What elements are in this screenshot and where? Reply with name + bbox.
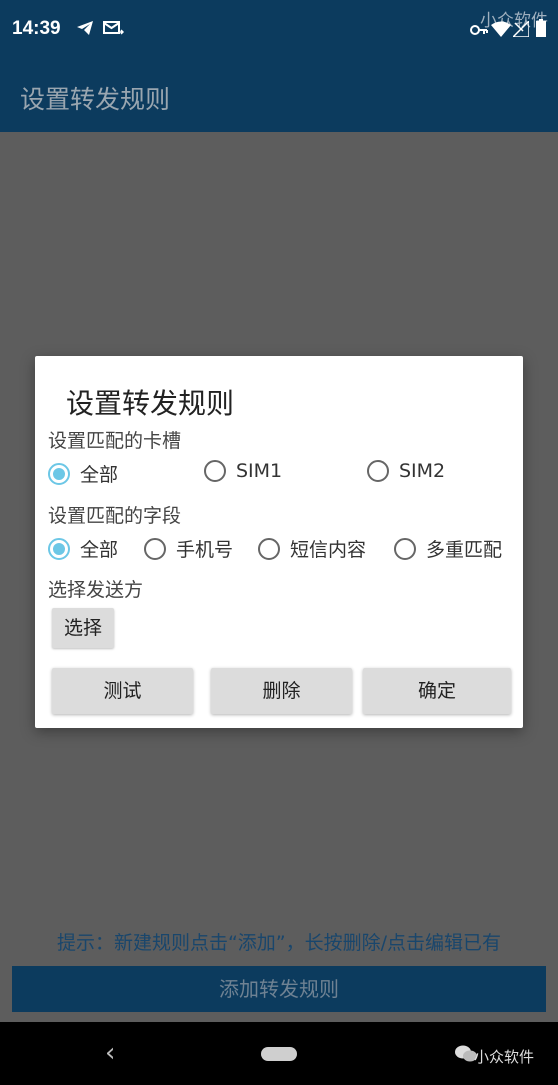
watermark-bottom: 小众软件 bbox=[473, 1048, 534, 1066]
radio-label: SIM2 bbox=[399, 460, 446, 482]
battery-icon bbox=[536, 19, 546, 41]
vpn-key-icon bbox=[470, 22, 488, 41]
sender-section-label: 选择发送方 bbox=[48, 579, 144, 601]
back-icon[interactable]: ‹ bbox=[105, 1038, 115, 1068]
radio-label: 多重匹配 bbox=[426, 539, 503, 561]
radio-checked-icon bbox=[48, 462, 70, 485]
telegram-icon bbox=[75, 18, 95, 42]
field-section-label: 设置匹配的字段 bbox=[48, 505, 182, 527]
radio-field-all[interactable]: 全部 bbox=[48, 535, 118, 562]
radio-unchecked-icon bbox=[144, 537, 166, 560]
hint-text: 提示：新建规则点击“添加”，长按删除/点击编辑已有 bbox=[56, 932, 502, 954]
radio-label: 短信内容 bbox=[290, 539, 367, 561]
add-rule-button[interactable]: 添加转发规则 bbox=[12, 966, 546, 1012]
app-title: 设置转发规则 bbox=[20, 85, 171, 114]
radio-checked-icon bbox=[48, 537, 70, 560]
delete-button[interactable]: 删除 bbox=[211, 668, 352, 714]
status-bar: 14:39 小众软件 bbox=[0, 0, 558, 60]
radio-label: 全部 bbox=[80, 539, 119, 561]
radio-sim-all[interactable]: 全部 bbox=[48, 460, 118, 487]
radio-unchecked-icon bbox=[204, 460, 226, 482]
select-sender-button[interactable]: 选择 bbox=[52, 608, 114, 648]
radio-label: 全部 bbox=[80, 464, 119, 486]
radio-unchecked-icon bbox=[367, 460, 389, 482]
rule-dialog: 设置转发规则 设置匹配的卡槽 全部 SIM1 SIM2 设置匹配的字段 全部 手… bbox=[35, 356, 523, 728]
radio-unchecked-icon bbox=[258, 537, 280, 560]
radio-sim2[interactable]: SIM2 bbox=[367, 460, 445, 482]
app-bar: 设置转发规则 bbox=[0, 60, 558, 132]
radio-field-multi[interactable]: 多重匹配 bbox=[394, 535, 502, 562]
radio-field-content[interactable]: 短信内容 bbox=[258, 535, 366, 562]
wifi-icon bbox=[491, 21, 511, 41]
home-pill-icon[interactable] bbox=[261, 1047, 297, 1061]
radio-unchecked-icon bbox=[394, 537, 416, 560]
mail-icon bbox=[102, 18, 125, 42]
confirm-button[interactable]: 确定 bbox=[363, 668, 511, 714]
dialog-title: 设置转发规则 bbox=[66, 387, 235, 420]
radio-label: SIM1 bbox=[236, 460, 283, 482]
signal-icon bbox=[511, 19, 530, 41]
test-button[interactable]: 测试 bbox=[52, 668, 193, 714]
radio-sim1[interactable]: SIM1 bbox=[204, 460, 282, 482]
sim-section-label: 设置匹配的卡槽 bbox=[48, 430, 182, 452]
status-time: 14:39 bbox=[12, 18, 61, 39]
radio-label: 手机号 bbox=[176, 539, 234, 561]
radio-field-phone[interactable]: 手机号 bbox=[144, 535, 233, 562]
